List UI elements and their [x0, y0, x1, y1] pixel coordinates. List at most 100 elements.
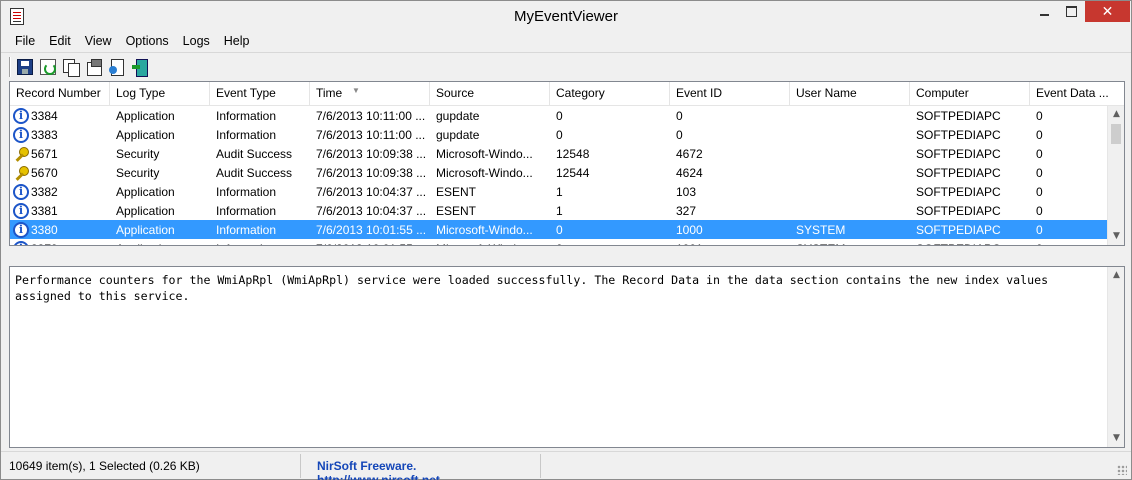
scroll-up-icon[interactable]: ▲	[1108, 267, 1125, 284]
cell-record-number: 5671	[10, 146, 110, 162]
info-icon	[13, 202, 29, 219]
cell-source: ESENT	[436, 184, 477, 199]
cell-computer: SOFTPEDIAPC	[910, 242, 1030, 246]
info-icon	[13, 107, 29, 124]
info-icon	[13, 240, 29, 245]
column-computer[interactable]: Computer	[910, 82, 1030, 106]
cell-text: 3382	[31, 184, 58, 199]
menu-bar: File Edit View Options Logs Help	[1, 32, 1131, 52]
detail-scrollbar[interactable]: ▲ ▼	[1107, 267, 1124, 447]
html-report-icon[interactable]	[109, 58, 125, 76]
table-row[interactable]: 3383 Application Information 7/6/2013 10:11…	[10, 125, 1108, 144]
cell-log-type: Application	[110, 242, 210, 246]
table-row[interactable]: 3382 Application Information 7/6/2013 10:04…	[10, 182, 1108, 201]
column-category[interactable]: Category	[550, 82, 670, 106]
table-row[interactable]: 3380 Application Information 7/6/2013 10:01…	[10, 220, 1108, 239]
toolbar-separator	[9, 56, 11, 77]
cell-log-type: Application	[116, 108, 175, 123]
exit-icon[interactable]	[132, 58, 148, 77]
cell-record-number: 3382	[10, 183, 110, 200]
cell-event-type: Information	[210, 242, 310, 246]
cell-record-number: 3379	[10, 240, 110, 245]
event-list[interactable]: Record Number Log Type Event Type Time ▼ …	[9, 81, 1125, 246]
cell-time: 7/6/2013 10:11:00 ...	[316, 108, 426, 123]
cell-time: 7/6/2013 10:04:37 ...	[316, 203, 427, 218]
cell-category: 0	[556, 108, 563, 123]
cell-event-type: Information	[216, 203, 277, 218]
cell-event-id: 103	[676, 184, 697, 199]
event-description: Performance counters for the WmiApRpl (W…	[15, 273, 1056, 303]
menu-file[interactable]: File	[8, 32, 42, 52]
cell-source: gupdate	[436, 108, 480, 123]
cell-source: Microsoft-Windo...	[436, 222, 533, 237]
minimize-button[interactable]	[1031, 1, 1057, 22]
column-event-data[interactable]: Event Data ...	[1030, 82, 1124, 106]
cell-event-data: 0	[1036, 203, 1043, 218]
list-scrollbar[interactable]: ▲ ▼	[1107, 106, 1124, 245]
column-time[interactable]: Time ▼	[310, 82, 430, 106]
cell-event-type: Information	[216, 184, 277, 199]
column-user-name[interactable]: User Name	[790, 82, 910, 106]
menu-view[interactable]: View	[78, 32, 119, 52]
cell-source: Microsoft-Windo...	[436, 146, 533, 161]
menu-edit[interactable]: Edit	[42, 32, 78, 52]
save-icon[interactable]	[17, 58, 33, 75]
title-bar[interactable]: MyEventViewer ✕	[1, 1, 1131, 32]
table-row[interactable]: 3379 ApplicationInformation7/6/2013 10:01…	[10, 239, 1108, 246]
cell-computer: SOFTPEDIAPC	[916, 165, 1001, 180]
cell-event-type: Audit Success	[216, 165, 293, 180]
cell-event-id: 1000	[676, 222, 703, 237]
cell-category: 0	[556, 127, 563, 142]
maximize-button[interactable]	[1058, 1, 1084, 22]
table-row[interactable]: 3384 Application Information 7/6/2013 10:11…	[10, 106, 1108, 125]
table-row[interactable]: 3381 Application Information 7/6/2013 10:04…	[10, 201, 1108, 220]
cell-event-id: 1001	[670, 242, 790, 246]
info-icon	[13, 126, 29, 143]
column-log-type[interactable]: Log Type	[110, 82, 210, 106]
cell-time: 7/6/2013 10:04:37 ...	[316, 184, 427, 199]
cell-category: 12548	[556, 146, 590, 161]
copy-icon[interactable]	[63, 58, 80, 77]
cell-text: 5670	[31, 165, 58, 180]
table-row[interactable]: 5670 Security Audit Success 7/6/2013 10:09:…	[10, 163, 1108, 182]
cell-text: 5671	[31, 146, 58, 161]
cell-text: 3384	[31, 108, 58, 123]
cell-log-type: Application	[116, 184, 175, 199]
close-button[interactable]: ✕	[1085, 1, 1130, 22]
cell-source: Microsoft-Windo...	[430, 242, 550, 246]
cell-event-data: 0	[1030, 242, 1108, 246]
properties-icon[interactable]	[86, 58, 102, 76]
cell-record-number: 3384	[10, 107, 110, 124]
cell-text: 3381	[31, 203, 58, 218]
cell-event-id: 327	[676, 203, 697, 218]
scroll-down-icon[interactable]: ▼	[1108, 430, 1125, 447]
menu-help[interactable]: Help	[217, 32, 257, 52]
scroll-up-icon[interactable]: ▲	[1108, 106, 1124, 123]
resize-grip-icon[interactable]	[1117, 465, 1127, 475]
cell-user-name: SYSTEM	[790, 242, 910, 246]
cell-computer: SOFTPEDIAPC	[916, 127, 1001, 142]
column-event-type[interactable]: Event Type	[210, 82, 310, 106]
info-icon	[13, 183, 29, 200]
scroll-down-icon[interactable]: ▼	[1108, 228, 1124, 245]
cell-record-number: 3381	[10, 202, 110, 219]
cell-time: 7/6/2013 10:09:38 ...	[316, 146, 427, 161]
cell-category: 0	[550, 242, 670, 246]
cell-computer: SOFTPEDIAPC	[916, 146, 1001, 161]
sort-descending-icon: ▼	[352, 86, 360, 95]
cell-event-data: 0	[1036, 222, 1043, 237]
table-row[interactable]: 5671 Security Audit Success 7/6/2013 10:09:…	[10, 144, 1108, 163]
event-detail-pane[interactable]: Performance counters for the WmiApRpl (W…	[9, 266, 1125, 448]
cell-event-data: 0	[1036, 146, 1043, 161]
nirsoft-link[interactable]: NirSoft Freeware. http://www.nirsoft.net	[301, 453, 541, 480]
menu-logs[interactable]: Logs	[176, 32, 217, 52]
scroll-thumb[interactable]	[1111, 124, 1121, 144]
toolbar	[1, 52, 1131, 80]
column-event-id[interactable]: Event ID	[670, 82, 790, 106]
column-record-number[interactable]: Record Number	[10, 82, 110, 106]
refresh-icon[interactable]	[40, 58, 56, 75]
cell-source: Microsoft-Windo...	[436, 165, 533, 180]
menu-options[interactable]: Options	[119, 32, 176, 52]
column-source[interactable]: Source	[430, 82, 550, 106]
cell-time: 7/6/2013 10:01:55 ...	[310, 242, 430, 246]
